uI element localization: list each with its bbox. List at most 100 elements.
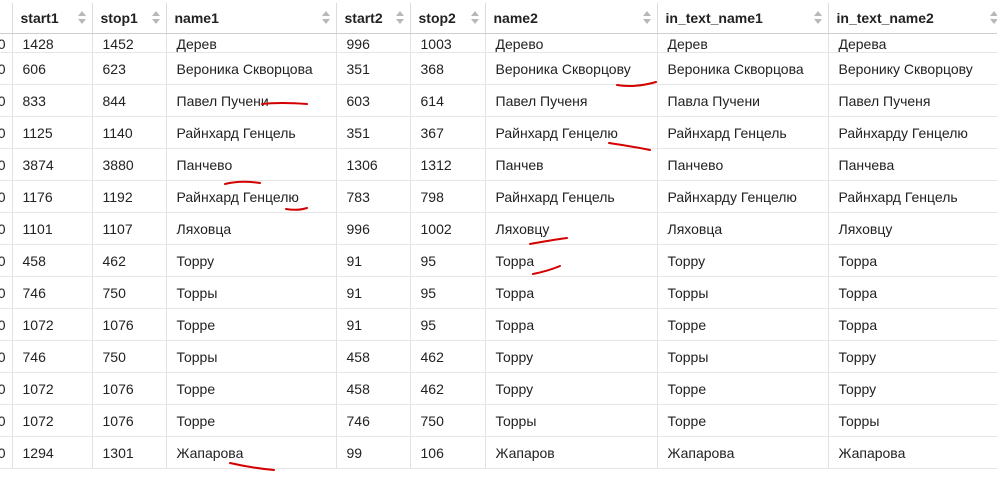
table-cell-name1: Райнхард Генцелю [166,180,337,213]
data-table: start1 stop1 name1 start2 stop2 name2 in_text_… [0,3,997,469]
table-cell-start1: 746 [12,276,93,309]
sort-icon[interactable] [989,11,997,25]
table-row[interactable]: 011011107Ляховца9961002ЛяховцуЛяховцаЛях… [0,212,997,245]
table-row[interactable]: 0833844Павел Пучени603614Павел ПученяПав… [0,84,997,117]
table-cell-stop2: 367 [410,116,486,149]
table-row[interactable]: 0606623Вероника Скворцова351368Вероника … [0,52,997,85]
column-header-in-text-name2[interactable]: in_text_name2 [828,3,997,34]
table-cell-start2: 783 [336,180,411,213]
row-index-cell: 0 [0,308,13,341]
table-row[interactable]: 010721076Торре9195ТорраТорреТорра [0,308,997,341]
column-header-label: start1 [20,10,59,26]
table-cell-start2: 91 [336,276,411,309]
row-index-cell: 0 [0,180,13,213]
table-cell-start2: 91 [336,308,411,341]
table-row[interactable]: 010721076Торре746750ТоррыТорреТорры [0,404,997,437]
column-header-label: in_text_name2 [836,10,934,26]
sort-icon[interactable] [470,11,479,25]
table-cell-stop2: 1003 [410,33,486,53]
column-header-name1[interactable]: name1 [166,3,337,34]
data-grid: start1 stop1 name1 start2 stop2 name2 in_text_… [0,0,997,479]
sort-icon[interactable] [395,11,404,25]
table-cell-start2: 746 [336,404,411,437]
sort-icon[interactable] [813,11,822,25]
row-index-cell: 0 [0,436,13,469]
table-row[interactable]: 010721076Торре458462ТорруТорреТорру [0,372,997,405]
table-cell-in-text-name1: Торру [657,244,829,277]
row-index-cell: 0 [0,52,13,85]
table-cell-in-text-name2: Райнхарду Генцелю [828,116,997,149]
table-cell-in-text-name2: Дерева [828,33,997,53]
table-cell-stop1: 1107 [92,212,167,245]
table-cell-in-text-name2: Панчева [828,148,997,181]
table-cell-start1: 1072 [12,404,93,437]
table-cell-stop1: 750 [92,276,167,309]
column-header-stop2[interactable]: stop2 [410,3,486,34]
column-header-in-text-name1[interactable]: in_text_name1 [657,3,829,34]
table-cell-stop1: 623 [92,52,167,85]
table-cell-in-text-name1: Торре [657,308,829,341]
table-cell-start2: 996 [336,33,411,53]
sort-icon[interactable] [321,11,330,25]
table-cell-start1: 1176 [12,180,93,213]
table-row[interactable]: 014281452Дерев9961003ДеревоДеревДерева [0,33,997,53]
table-cell-stop2: 95 [410,308,486,341]
table-cell-start2: 458 [336,340,411,373]
sort-icon[interactable] [151,11,160,25]
table-cell-start2: 351 [336,52,411,85]
column-header-start1[interactable]: start1 [12,3,93,34]
table-row[interactable]: 012941301Жапарова99106ЖапаровЖапароваЖап… [0,436,997,469]
column-header-stop1[interactable]: stop1 [92,3,167,34]
table-cell-name2: Дерево [485,33,658,53]
table-cell-start1: 1072 [12,372,93,405]
table-cell-name1: Жапарова [166,436,337,469]
table-cell-start2: 351 [336,116,411,149]
table-cell-start2: 458 [336,372,411,405]
table-cell-name1: Торру [166,244,337,277]
table-cell-name2: Райнхард Генцель [485,180,658,213]
table-cell-stop2: 614 [410,84,486,117]
table-row[interactable]: 0746750Торры458462ТорруТоррыТорру [0,340,997,373]
table-cell-stop1: 1192 [92,180,167,213]
table-cell-start1: 1428 [12,33,93,53]
table-cell-in-text-name1: Панчево [657,148,829,181]
table-cell-in-text-name1: Павла Пучени [657,84,829,117]
table-cell-name2: Жапаров [485,436,658,469]
header-row: start1 stop1 name1 start2 stop2 name2 in_text_… [0,3,997,34]
table-cell-start1: 1072 [12,308,93,341]
row-index-cell: 0 [0,244,13,277]
table-cell-start1: 1101 [12,212,93,245]
table-row[interactable]: 0746750Торры9195ТорраТоррыТорра [0,276,997,309]
table-cell-name2: Торра [485,308,658,341]
table-cell-name1: Павел Пучени [166,84,337,117]
table-cell-start1: 833 [12,84,93,117]
table-row[interactable]: 038743880Панчево13061312ПанчевПанчевоПан… [0,148,997,181]
table-row[interactable]: 011251140Райнхард Генцель351367Райнхард … [0,116,997,149]
table-cell-stop1: 1301 [92,436,167,469]
table-cell-stop1: 1076 [92,308,167,341]
column-header-name2[interactable]: name2 [485,3,658,34]
sort-icon[interactable] [642,11,651,25]
table-row[interactable]: 011761192Райнхард Генцелю783798Райнхард … [0,180,997,213]
table-cell-in-text-name1: Торре [657,372,829,405]
row-index-cell: 0 [0,148,13,181]
table-cell-name1: Дерев [166,33,337,53]
table-body: 014281452Дерев9961003ДеревоДеревДерева06… [0,33,997,469]
table-cell-name2: Павел Пученя [485,84,658,117]
table-cell-name2: Торру [485,340,658,373]
sort-icon[interactable] [77,11,86,25]
table-cell-stop2: 95 [410,244,486,277]
table-cell-in-text-name2: Торра [828,244,997,277]
table-cell-stop1: 1076 [92,404,167,437]
table-cell-in-text-name1: Райнхарду Генцелю [657,180,829,213]
table-cell-start2: 99 [336,436,411,469]
column-header-start2[interactable]: start2 [336,3,411,34]
table-cell-name1: Торры [166,340,337,373]
table-cell-start2: 996 [336,212,411,245]
table-cell-in-text-name1: Торры [657,276,829,309]
row-index-cell: 0 [0,212,13,245]
table-row[interactable]: 0458462Торру9195ТорраТорруТорра [0,244,997,277]
table-cell-in-text-name2: Павел Пученя [828,84,997,117]
column-header-index[interactable] [0,3,13,34]
table-cell-stop2: 1002 [410,212,486,245]
